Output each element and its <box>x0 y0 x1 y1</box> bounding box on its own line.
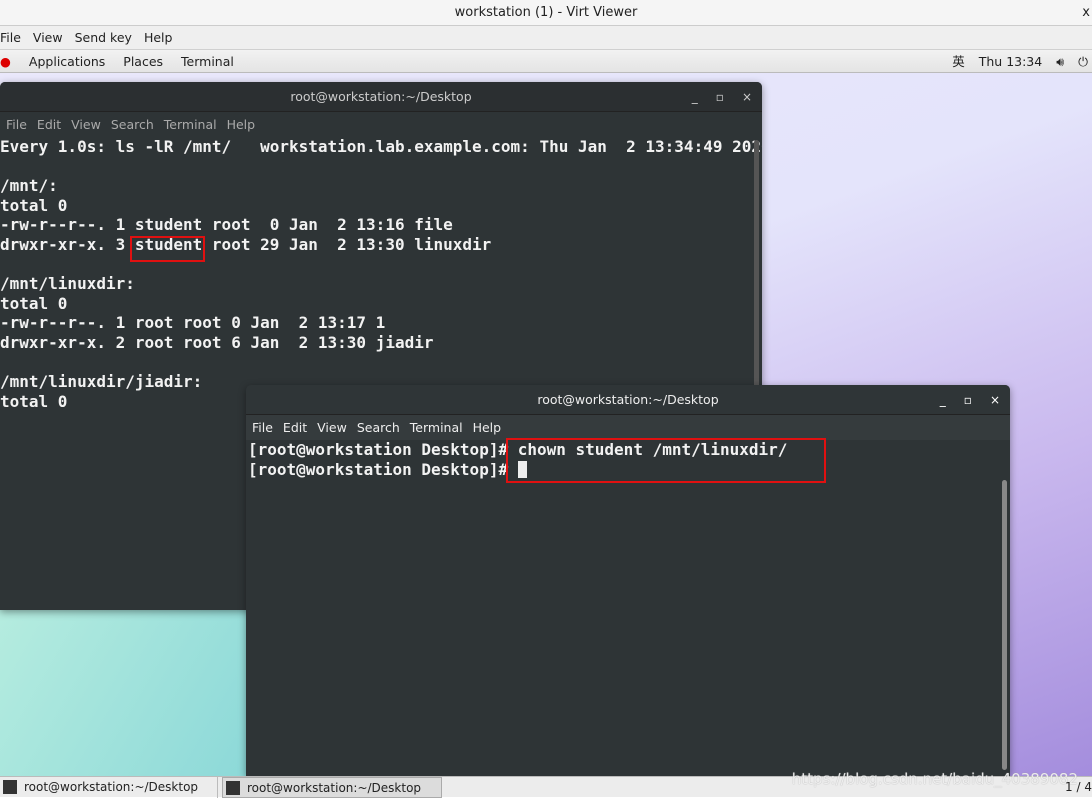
output-line: -rw-r--r--. 1 root root 0 Jan 2 13:17 1 <box>0 313 386 333</box>
menu-file[interactable]: File <box>0 30 21 45</box>
volume-icon[interactable]: 🔊︎ <box>1056 54 1064 69</box>
redhat-icon: ● <box>0 54 11 69</box>
menu-help[interactable]: Help <box>227 117 256 132</box>
watermark: https://blog.csdn.net/baidu_40389082 <box>791 770 1078 788</box>
clock[interactable]: Thu 13:34 <box>979 54 1042 69</box>
places-menu[interactable]: Places <box>123 54 163 69</box>
highlight-box-command <box>506 438 826 483</box>
input-method-indicator[interactable]: 英 <box>952 54 965 69</box>
close-window-button[interactable]: x <box>1082 0 1090 26</box>
terminal-output[interactable]: Every 1.0s: ls -lR /mnt/ workstation.lab… <box>0 137 762 411</box>
scrollbar[interactable] <box>1002 480 1007 770</box>
taskbar-item-label: root@workstation:~/Desktop <box>24 780 199 794</box>
output-line: /mnt/linuxdir: <box>0 274 135 294</box>
gnome-top-bar: ● Applications Places Terminal 英 Thu 13:34 🔊︎… <box>0 50 1092 73</box>
terminal-menubar: File Edit View Search Terminal Help <box>246 415 1010 440</box>
close-button[interactable]: × <box>990 393 1000 407</box>
app-menubar: File View Send key Help <box>0 26 1092 50</box>
window-title: workstation (1) - Virt Viewer <box>454 5 638 20</box>
output-line: Every 1.0s: ls -lR /mnt/ workstation.lab… <box>0 137 762 156</box>
terminal-output[interactable]: [root@workstation Desktop]# chown studen… <box>246 440 1010 776</box>
terminal-titlebar: root@workstation:~/Desktop _ ▫ × <box>0 82 762 112</box>
menu-view[interactable]: View <box>33 30 63 45</box>
taskbar-item[interactable]: root@workstation:~/Desktop <box>0 777 218 798</box>
prompt: [root@workstation Desktop]# <box>248 459 518 479</box>
terminal-title: root@workstation:~/Desktop <box>537 392 719 407</box>
output-line: drwxr-xr-x. 3 student root 29 Jan 2 13:3… <box>0 234 492 254</box>
menu-view[interactable]: View <box>71 117 101 132</box>
menu-help[interactable]: Help <box>473 420 502 435</box>
applications-menu[interactable]: Applications <box>29 54 105 69</box>
menu-edit[interactable]: Edit <box>283 420 307 435</box>
menu-file[interactable]: File <box>6 117 27 132</box>
output-line: /mnt/: <box>0 176 58 196</box>
menu-help[interactable]: Help <box>144 30 173 45</box>
power-icon[interactable]: ⏻ <box>1078 54 1088 69</box>
window-titlebar: workstation (1) - Virt Viewer x <box>0 0 1092 26</box>
minimize-button[interactable]: _ <box>940 393 946 407</box>
menu-file[interactable]: File <box>252 420 273 435</box>
terminal-icon <box>226 781 240 795</box>
terminal-title: root@workstation:~/Desktop <box>290 89 472 104</box>
terminal-icon <box>3 780 17 794</box>
menu-send-key[interactable]: Send key <box>75 30 132 45</box>
menu-edit[interactable]: Edit <box>37 117 61 132</box>
terminal-titlebar: root@workstation:~/Desktop _ ▫ × <box>246 385 1010 415</box>
highlight-box-owner <box>130 236 205 262</box>
menu-terminal[interactable]: Terminal <box>410 420 463 435</box>
menu-terminal[interactable]: Terminal <box>164 117 217 132</box>
output-line: total 0 <box>0 195 68 215</box>
taskbar-item-label: root@workstation:~/Desktop <box>247 781 422 795</box>
output-line: total 0 <box>0 293 68 313</box>
menu-search[interactable]: Search <box>357 420 400 435</box>
terminal-menubar: File Edit View Search Terminal Help <box>0 112 762 137</box>
minimize-button[interactable]: _ <box>692 90 698 104</box>
terminal-menu[interactable]: Terminal <box>181 54 234 69</box>
prompt: [root@workstation Desktop]# <box>248 440 518 459</box>
menu-view[interactable]: View <box>317 420 347 435</box>
output-line: -rw-r--r--. 1 student root 0 Jan 2 13:16… <box>0 215 453 235</box>
taskbar-item-active[interactable]: root@workstation:~/Desktop <box>222 777 442 798</box>
taskbar: root@workstation:~/Desktop root@workstat… <box>0 770 1092 798</box>
workspace-pager[interactable]: 1 / 4 <box>1065 777 1092 798</box>
maximize-button[interactable]: ▫ <box>964 393 972 407</box>
output-line: drwxr-xr-x. 2 root root 6 Jan 2 13:30 ji… <box>0 332 434 352</box>
menu-search[interactable]: Search <box>111 117 154 132</box>
maximize-button[interactable]: ▫ <box>716 90 724 104</box>
close-button[interactable]: × <box>742 90 752 104</box>
